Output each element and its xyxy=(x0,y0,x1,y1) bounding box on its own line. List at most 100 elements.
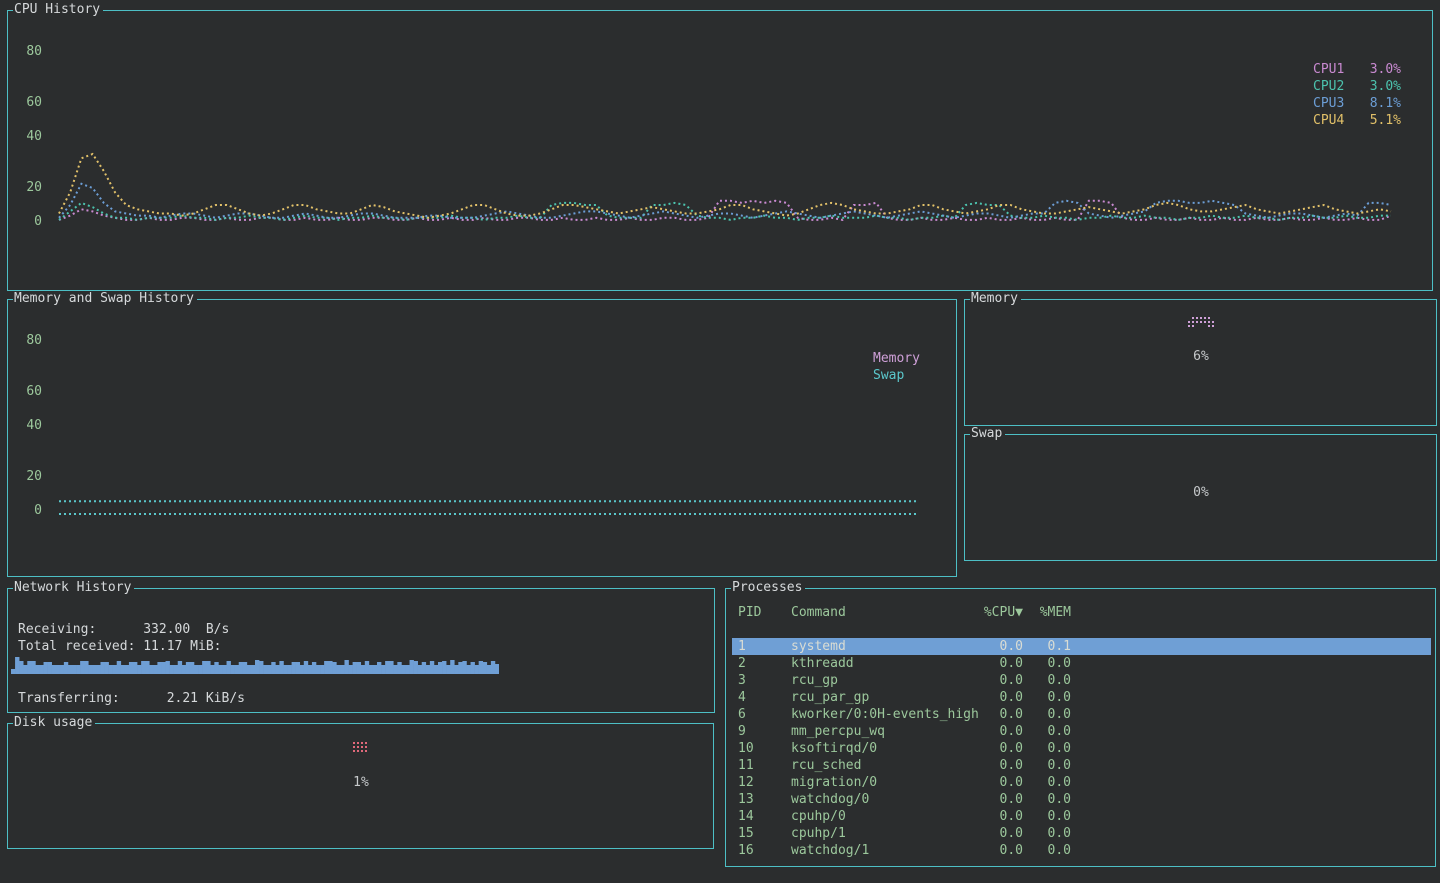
legend-item-cpu4: CPU45.1% xyxy=(1313,112,1401,129)
header-command[interactable]: Command xyxy=(791,604,969,621)
header-pid[interactable]: PID xyxy=(738,604,791,621)
memory-swap-legend: MemorySwap xyxy=(873,350,920,384)
process-cpu: 0.0 xyxy=(969,740,1023,757)
process-command: cpuhp/0 xyxy=(791,808,969,825)
legend-item-cpu2: CPU2 3.0% xyxy=(1313,78,1401,95)
process-row[interactable]: 14cpuhp/00.00.0 xyxy=(732,808,1431,825)
process-row[interactable]: 12migration/00.00.0 xyxy=(732,774,1431,791)
process-cpu: 0.0 xyxy=(969,774,1023,791)
memory-gauge-title: Memory xyxy=(970,291,1021,307)
legend-item-swap: Swap xyxy=(873,367,920,384)
legend-label: Swap xyxy=(873,367,904,384)
memory-percent: 6% xyxy=(1184,349,1218,365)
process-pid: 6 xyxy=(738,706,791,723)
legend-label: CPU1 xyxy=(1313,61,1344,78)
process-pid: 11 xyxy=(738,757,791,774)
legend-label: CPU4 xyxy=(1313,112,1344,129)
process-command: migration/0 xyxy=(791,774,969,791)
process-row[interactable]: 2kthreadd0.00.0 xyxy=(732,655,1431,672)
process-pid: 13 xyxy=(738,791,791,808)
process-command: rcu_sched xyxy=(791,757,969,774)
process-table-header[interactable]: PID Command %CPU▼ %MEM xyxy=(732,604,1431,621)
process-cpu: 0.0 xyxy=(969,672,1023,689)
legend-value: 3.0% xyxy=(1370,78,1401,95)
cpu-history-chart xyxy=(8,11,1432,290)
process-row[interactable]: 4rcu_par_gp0.00.0 xyxy=(732,689,1431,706)
process-pid: 10 xyxy=(738,740,791,757)
process-pid: 12 xyxy=(738,774,791,791)
process-command: rcu_gp xyxy=(791,672,969,689)
memory-swap-history-panel[interactable]: Memory and Swap History 806040200 Memory… xyxy=(7,299,957,577)
process-mem: 0.0 xyxy=(1023,723,1071,740)
process-row[interactable]: 15cpuhp/10.00.0 xyxy=(732,825,1431,842)
network-history-panel[interactable]: Network History Receiving: 332.00 B/s To… xyxy=(7,588,715,713)
process-row[interactable]: 10ksoftirqd/00.00.0 xyxy=(732,740,1431,757)
legend-item-cpu3: CPU3 8.1% xyxy=(1313,95,1401,112)
legend-value: 8.1% xyxy=(1370,95,1401,112)
disk-usage-panel[interactable]: Disk usage 1% xyxy=(7,723,714,849)
legend-label: CPU3 xyxy=(1313,95,1344,112)
process-mem: 0.0 xyxy=(1023,791,1071,808)
process-pid: 9 xyxy=(738,723,791,740)
process-mem: 0.0 xyxy=(1023,706,1071,723)
process-command: mm_percpu_wq xyxy=(791,723,969,740)
process-command: ksoftirqd/0 xyxy=(791,740,969,757)
swap-gauge-panel[interactable]: Swap 0% xyxy=(964,434,1437,561)
network-transferring: Transferring: 2.21 KiB/s xyxy=(18,690,245,707)
system-monitor-app: { "colors": { "background": "#2b2d2e", "… xyxy=(0,0,1440,883)
process-mem: 0.0 xyxy=(1023,672,1071,689)
process-cpu: 0.0 xyxy=(969,791,1023,808)
process-pid: 15 xyxy=(738,825,791,842)
process-cpu: 0.0 xyxy=(969,842,1023,859)
process-row[interactable]: 3rcu_gp0.00.0 xyxy=(732,672,1431,689)
process-mem: 0.0 xyxy=(1023,740,1071,757)
swap-percent: 0% xyxy=(1184,485,1218,501)
process-cpu: 0.0 xyxy=(969,808,1023,825)
process-cpu: 0.0 xyxy=(969,638,1023,655)
process-command: watchdog/1 xyxy=(791,842,969,859)
process-cpu: 0.0 xyxy=(969,723,1023,740)
disk-gauge-arc xyxy=(353,742,371,756)
legend-item-cpu1: CPU1 3.0% xyxy=(1313,61,1401,78)
legend-label: CPU2 xyxy=(1313,78,1344,95)
swap-gauge-title: Swap xyxy=(970,426,1005,442)
disk-usage-title: Disk usage xyxy=(13,715,95,731)
process-mem: 0.0 xyxy=(1023,689,1071,706)
memory-gauge-arc xyxy=(1188,317,1218,331)
process-command: rcu_par_gp xyxy=(791,689,969,706)
network-receiving: Receiving: 332.00 B/s xyxy=(18,621,229,638)
series-line-cpu4 xyxy=(59,154,1391,218)
legend-item-memory: Memory xyxy=(873,350,920,367)
process-mem: 0.0 xyxy=(1023,774,1071,791)
process-mem: 0.0 xyxy=(1023,808,1071,825)
process-row-selected[interactable]: 1systemd0.00.1 xyxy=(732,638,1431,655)
process-row[interactable]: 6kworker/0:0H-events_high0.00.0 xyxy=(732,706,1431,723)
process-pid: 3 xyxy=(738,672,791,689)
process-row[interactable]: 13watchdog/00.00.0 xyxy=(732,791,1431,808)
process-command: watchdog/0 xyxy=(791,791,969,808)
process-pid: 2 xyxy=(738,655,791,672)
process-command: kthreadd xyxy=(791,655,969,672)
process-row[interactable]: 9mm_percpu_wq0.00.0 xyxy=(732,723,1431,740)
process-pid: 1 xyxy=(738,638,791,655)
network-sparkline xyxy=(11,653,499,675)
legend-label: Memory xyxy=(873,350,920,367)
process-row[interactable]: 11rcu_sched0.00.0 xyxy=(732,757,1431,774)
process-command: cpuhp/1 xyxy=(791,825,969,842)
process-cpu: 0.0 xyxy=(969,689,1023,706)
process-pid: 14 xyxy=(738,808,791,825)
processes-panel[interactable]: Processes PID Command %CPU▼ %MEM 1system… xyxy=(725,588,1436,867)
memory-gauge-panel[interactable]: Memory 6% xyxy=(964,299,1437,426)
process-mem: 0.0 xyxy=(1023,757,1071,774)
process-row[interactable]: 16watchdog/10.00.0 xyxy=(732,842,1431,859)
process-mem: 0.1 xyxy=(1023,638,1071,655)
cpu-history-panel[interactable]: CPU History 806040200 CPU13.0%CPU23.0%CP… xyxy=(7,10,1433,291)
process-cpu: 0.0 xyxy=(969,825,1023,842)
legend-value: 3.0% xyxy=(1370,61,1401,78)
process-pid: 16 xyxy=(738,842,791,859)
process-cpu: 0.0 xyxy=(969,706,1023,723)
disk-percent: 1% xyxy=(344,775,378,791)
header-cpu-sort[interactable]: %CPU▼ xyxy=(969,604,1023,621)
header-mem[interactable]: %MEM xyxy=(1023,604,1071,621)
process-command: kworker/0:0H-events_high xyxy=(791,706,969,723)
